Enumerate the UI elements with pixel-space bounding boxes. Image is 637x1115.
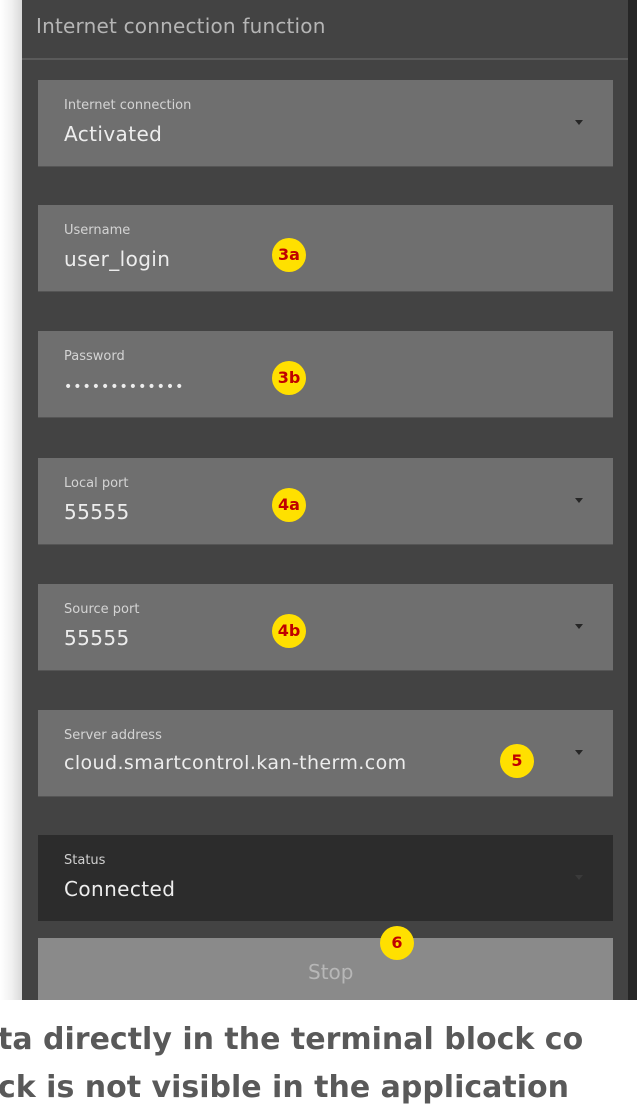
stop-button-label: Stop xyxy=(308,960,354,984)
field-value: Connected xyxy=(64,877,176,901)
internet-connection-dropdown[interactable]: Internet connection Activated xyxy=(38,80,613,166)
dropdown-arrow-icon xyxy=(575,120,583,125)
field-label: Source port xyxy=(64,602,140,617)
username-field[interactable]: Username user_login xyxy=(38,205,613,291)
field-label: Username xyxy=(64,223,131,238)
field-value: Activated xyxy=(64,122,163,146)
caption-line-2: ck is not visible in the application xyxy=(0,1070,569,1105)
callout-badge-6: 6 xyxy=(380,926,414,960)
local-port-dropdown[interactable]: Local port 55555 xyxy=(38,458,613,544)
status-display: Status Connected xyxy=(38,835,613,921)
phone-frame-right-edge xyxy=(628,0,637,1000)
dropdown-arrow-icon xyxy=(575,750,583,755)
dropdown-arrow-icon xyxy=(575,498,583,503)
password-field[interactable]: Password ••••••••••••• xyxy=(38,331,613,417)
source-port-dropdown[interactable]: Source port 55555 xyxy=(38,584,613,670)
field-label: Password xyxy=(64,349,125,364)
phone-frame-left-edge xyxy=(0,0,22,1000)
internet-connection-panel: Internet connection function Internet co… xyxy=(22,0,628,1000)
stop-button[interactable]: Stop xyxy=(38,938,613,1000)
screenshot: Internet connection function Internet co… xyxy=(0,0,637,1115)
dropdown-arrow-icon xyxy=(575,875,583,880)
panel-title: Internet connection function xyxy=(36,14,326,38)
field-label: Local port xyxy=(64,476,129,491)
field-value: user_login xyxy=(64,247,171,271)
field-value: 55555 xyxy=(64,626,130,650)
field-label: Status xyxy=(64,853,106,868)
field-value: 55555 xyxy=(64,500,130,524)
callout-badge-4b: 4b xyxy=(272,614,306,648)
header-divider xyxy=(22,58,628,60)
dropdown-arrow-icon xyxy=(575,624,583,629)
callout-badge-5: 5 xyxy=(500,744,534,778)
field-label: Internet connection xyxy=(64,98,192,113)
callout-badge-3a: 3a xyxy=(272,238,306,272)
field-value: ••••••••••••• xyxy=(64,379,185,395)
caption-line-1: ta directly in the terminal block co xyxy=(0,1022,584,1057)
field-label: Server address xyxy=(64,728,162,743)
callout-badge-3b: 3b xyxy=(272,361,306,395)
callout-badge-4a: 4a xyxy=(272,488,306,522)
field-value: cloud.smartcontrol.kan-therm.com xyxy=(64,752,407,774)
